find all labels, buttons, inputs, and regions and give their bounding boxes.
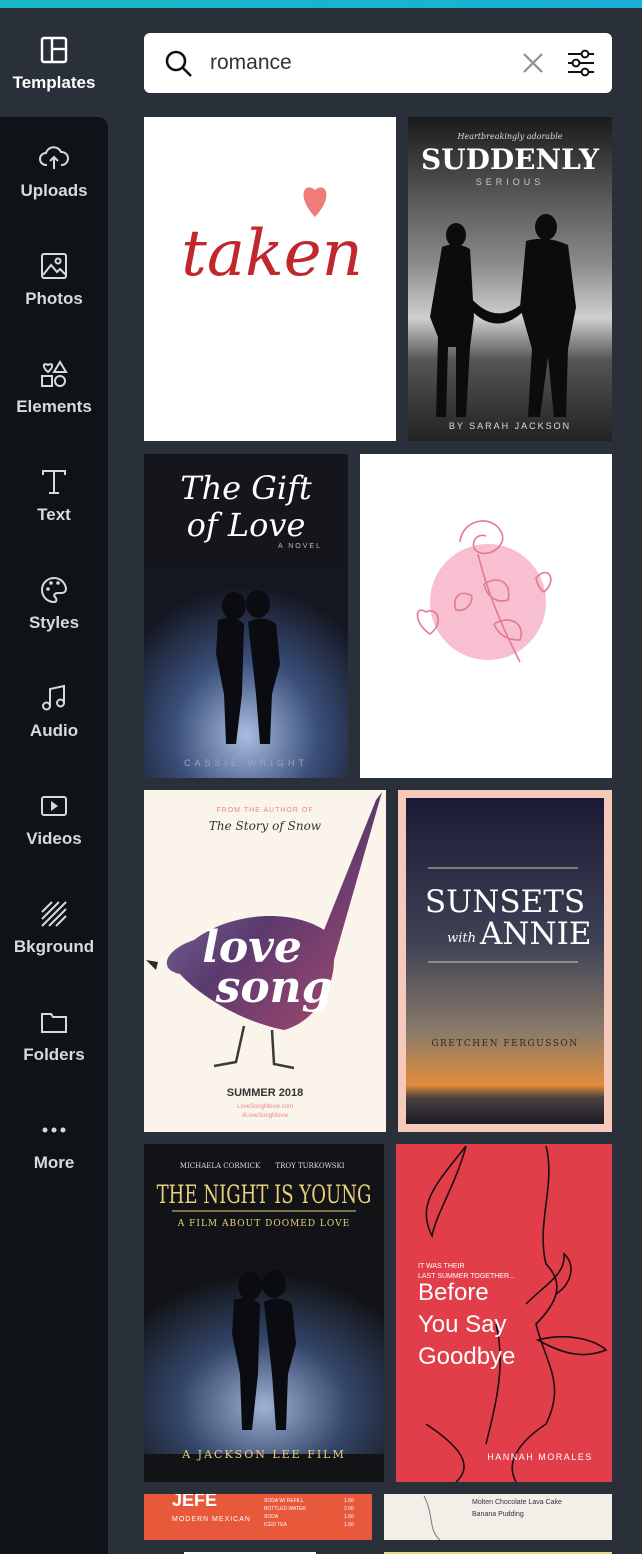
pink-circle xyxy=(430,544,546,660)
template-card-taken[interactable]: taken xyxy=(144,117,396,441)
jefe-sub: MODERN MEXICAN xyxy=(172,1516,251,1523)
lovesong-url: LoveSongMovie.com xyxy=(237,1104,293,1110)
night-subtitle: A FILM ABOUT DOOMED LOVE xyxy=(177,1219,350,1229)
nav-folders[interactable]: Folders xyxy=(0,986,108,1086)
dessert-item: Banana Pudding xyxy=(472,1511,524,1518)
nav-audio[interactable]: Audio xyxy=(0,662,108,762)
nav-photos[interactable]: Photos xyxy=(0,230,108,330)
nav-text[interactable]: Text xyxy=(0,446,108,546)
upload-cloud-icon xyxy=(39,146,69,169)
image-icon xyxy=(41,253,67,279)
night-name1: MICHAELA CORMICK xyxy=(180,1162,261,1170)
nav-label: Audio xyxy=(29,721,79,740)
jefe-item: SODA xyxy=(264,1514,279,1520)
nav-background[interactable]: Bkground xyxy=(0,878,108,978)
jefe-item: SODA W/ REFILL xyxy=(264,1498,304,1504)
sunsets-title-line1: SUNSETS xyxy=(425,884,585,920)
template-card-night-is-young[interactable]: MICHAELA CORMICK TROY TURKOWSKI THE NIGH… xyxy=(144,1144,384,1482)
text-icon xyxy=(42,470,66,494)
template-card-gift-of-love[interactable]: The Gift of Love A NOVEL CASSIE WRIGHT xyxy=(144,454,348,778)
lovesong-tag: #LoveSongMovie xyxy=(242,1113,289,1119)
top-accent-bar xyxy=(0,0,642,8)
lovesong-prev-title: The Story of Snow xyxy=(209,819,322,833)
gift-kicker: A NOVEL xyxy=(278,543,322,550)
search-icon xyxy=(165,50,192,77)
lovesong-date: SUMMER 2018 xyxy=(227,1087,303,1099)
shapes-icon xyxy=(41,360,68,387)
suddenly-tagline: Heartbreakingly adorable xyxy=(457,132,563,141)
gift-author: CASSIE WRIGHT xyxy=(184,758,308,768)
nav-label: Text xyxy=(37,505,71,524)
lovesong-pre: FROM THE AUTHOR OF xyxy=(216,807,313,814)
jefe-price: 1.50 xyxy=(344,1514,354,1520)
nav-uploads[interactable]: Uploads xyxy=(0,122,108,222)
jefe-price: 2.00 xyxy=(344,1506,354,1512)
nav-label: Templates xyxy=(12,73,96,92)
nav-more[interactable]: More xyxy=(0,1094,108,1194)
jefe-title: JEFE xyxy=(172,1494,217,1510)
templates-icon xyxy=(40,36,68,64)
night-name2: TROY TURKOWSKI xyxy=(275,1162,344,1170)
nav-label: More xyxy=(33,1153,75,1172)
lovesong-title-line2: song xyxy=(215,962,333,1013)
night-title: THE NIGHT IS YOUNG xyxy=(157,1181,372,1210)
nav-label: Elements xyxy=(16,397,92,416)
gift-title-line2: of Love xyxy=(187,506,306,544)
search-input[interactable] xyxy=(210,45,510,81)
nav-styles[interactable]: Styles xyxy=(0,554,108,654)
template-card-rose[interactable] xyxy=(360,454,612,778)
palette-icon xyxy=(41,576,68,604)
nav-label: Folders xyxy=(23,1045,85,1064)
nav-label: Photos xyxy=(25,289,83,308)
taken-script-text: taken xyxy=(181,217,363,291)
before-title-line2: You Say xyxy=(418,1311,507,1338)
before-title-line1: Before xyxy=(418,1279,489,1306)
nav-label: Bkground xyxy=(13,937,95,956)
sunsets-title-line2: ANNIE xyxy=(479,916,592,952)
jefe-item: ICED TEA xyxy=(264,1522,288,1528)
nav-label: Uploads xyxy=(20,181,88,200)
template-card-jefe-menu[interactable]: JEFE MODERN MEXICAN SODA W/ REFILL BOTTL… xyxy=(144,1494,372,1540)
more-dots-icon xyxy=(42,1127,66,1133)
template-card-before-goodbye[interactable]: IT WAS THEIR LAST SUMMER TOGETHER... Bef… xyxy=(396,1144,612,1482)
sunsets-author: GRETCHEN FERGUSSON xyxy=(431,1039,578,1049)
suddenly-title: SUDDENLY xyxy=(421,143,600,176)
jefe-item: BOTTLED WATER xyxy=(264,1506,306,1512)
sunsets-with: with xyxy=(447,931,476,946)
jefe-price: 1.50 xyxy=(344,1522,354,1528)
search-bar xyxy=(144,33,612,93)
suddenly-subtitle: SERIOUS xyxy=(476,177,545,187)
heart-icon xyxy=(303,187,327,217)
nav-templates[interactable]: Templates xyxy=(0,14,108,114)
background-hatch-icon xyxy=(41,901,67,927)
folder-icon xyxy=(41,1013,67,1033)
video-play-icon xyxy=(41,796,67,816)
before-title-line3: Goodbye xyxy=(418,1343,515,1370)
nav-label: Styles xyxy=(28,613,80,632)
night-credit: A JACKSON LEE FILM xyxy=(181,1448,346,1461)
template-card-sunsets-annie[interactable]: SUNSETS with ANNIE GRETCHEN FERGUSSON xyxy=(398,790,612,1132)
template-card-suddenly[interactable]: Heartbreakingly adorable SUDDENLY SERIOU… xyxy=(408,117,612,441)
music-note-icon xyxy=(42,684,65,711)
gift-title-line1: The Gift xyxy=(180,469,312,507)
before-author: HANNAH MORALES xyxy=(487,1452,593,1462)
nav-label: Videos xyxy=(26,829,82,848)
suddenly-author: BY SARAH JACKSON xyxy=(449,421,571,431)
nav-videos[interactable]: Videos xyxy=(0,770,108,870)
dessert-item: Molten Chocolate Lava Cake xyxy=(472,1499,562,1506)
template-card-love-song[interactable]: FROM THE AUTHOR OF The Story of Snow lov… xyxy=(144,790,386,1132)
jefe-price: 1.50 xyxy=(344,1498,354,1504)
before-pre1: IT WAS THEIR xyxy=(418,1263,465,1270)
template-card-dessert-menu[interactable]: Molten Chocolate Lava Cake Banana Puddin… xyxy=(384,1494,612,1540)
nav-elements[interactable]: Elements xyxy=(0,338,108,438)
filter-sliders-icon[interactable] xyxy=(566,49,596,77)
clear-search-icon[interactable] xyxy=(522,52,544,74)
